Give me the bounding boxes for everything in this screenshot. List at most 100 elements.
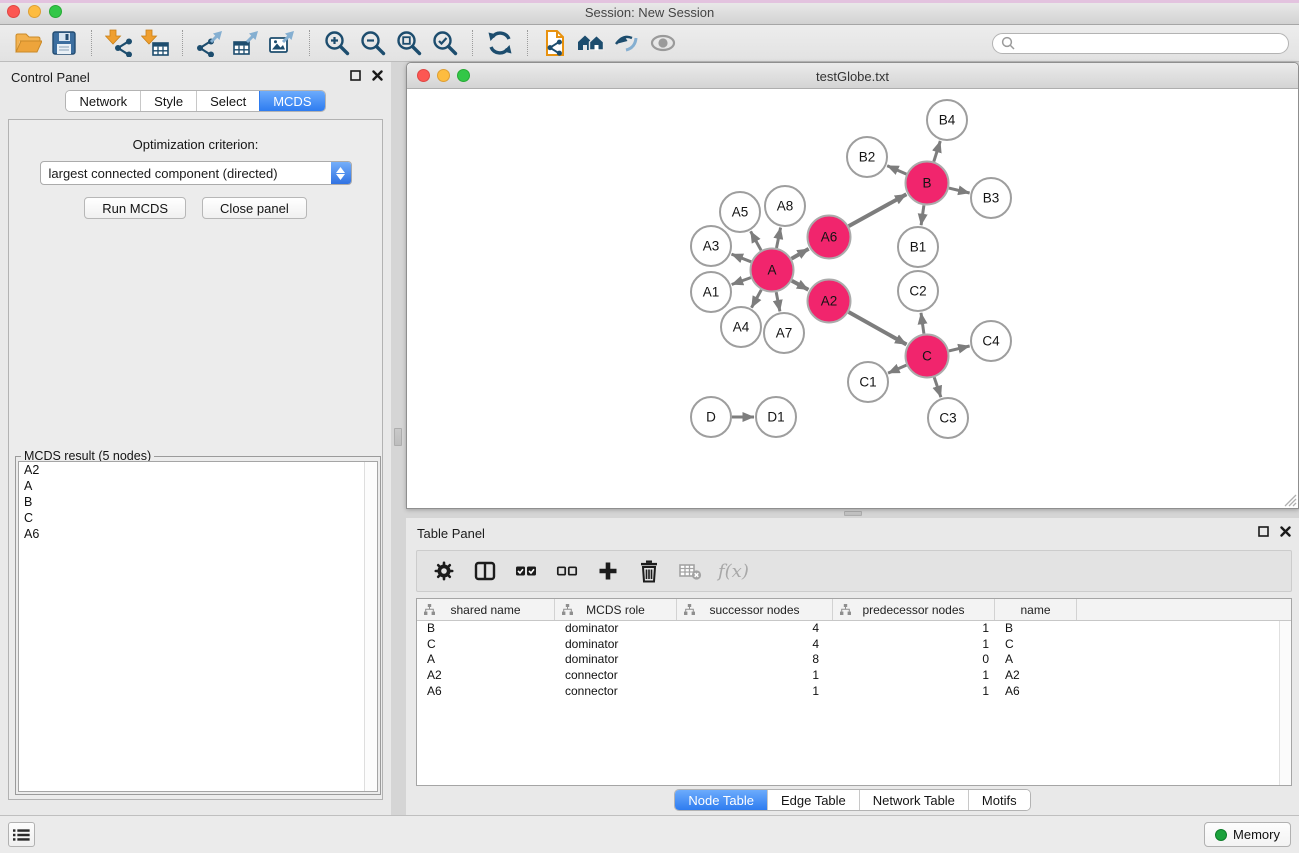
graph-node-A1[interactable]: A1 [691,272,731,312]
graph-node-A4[interactable]: A4 [721,307,761,347]
horizontal-split-divider[interactable] [406,509,1299,518]
graph-node-B4[interactable]: B4 [927,100,967,140]
table-cell[interactable]: A6 [995,684,1077,700]
network-window-titlebar[interactable]: testGlobe.txt [407,63,1298,89]
table-cell[interactable]: 0 [833,652,995,668]
memory-button[interactable]: Memory [1204,822,1291,847]
column-header-successor-nodes[interactable]: successor nodes [677,599,833,620]
table-row[interactable]: Adominator80A [417,652,1291,668]
result-list-item[interactable]: C [19,510,377,526]
result-list-item[interactable]: A6 [19,526,377,542]
table-cell[interactable]: A [417,652,555,668]
table-cell[interactable]: 1 [833,684,995,700]
graph-node-B3[interactable]: B3 [971,178,1011,218]
graph-edge-A-A2[interactable] [792,281,809,290]
run-mcds-button[interactable]: Run MCDS [84,197,186,219]
table-row[interactable]: A2connector11A2 [417,668,1291,684]
divider-grip[interactable] [394,428,402,446]
tab-style[interactable]: Style [140,91,196,111]
table-cell[interactable]: dominator [555,621,677,637]
new-network-from-file-icon[interactable] [537,28,573,59]
table-cell[interactable]: A2 [417,668,555,684]
tab-network-table[interactable]: Network Table [859,790,968,810]
zoom-fit-content-icon[interactable] [391,28,427,59]
tab-mcds[interactable]: MCDS [259,91,324,111]
search-input[interactable] [1020,36,1280,50]
close-panel-icon[interactable] [1280,526,1291,537]
optimization-criterion-dropdown[interactable]: largest connected component (directed) [40,161,352,185]
result-list-item[interactable]: A [19,478,377,494]
zoom-in-icon[interactable] [319,28,355,59]
table-cell[interactable]: B [995,621,1077,637]
split-column-icon[interactable] [472,558,498,584]
table-cell[interactable]: B [417,621,555,637]
add-column-icon[interactable] [595,558,621,584]
graph-node-D[interactable]: D [691,397,731,437]
graph-edge-A-A5[interactable] [751,231,762,250]
graph-node-A3[interactable]: A3 [691,226,731,266]
graph-node-C4[interactable]: C4 [971,321,1011,361]
table-scrollbar[interactable] [1279,621,1291,785]
show-graphics-details-icon[interactable] [609,28,645,59]
float-panel-icon[interactable] [1258,526,1269,537]
task-history-button[interactable] [8,822,35,847]
graph-edge-A-A6[interactable] [792,249,809,259]
network-canvas[interactable]: B4B2BB3A5A8A6B1A3AC2A1A2A4A7C4CC1C3DD1 [407,89,1298,508]
import-table-icon[interactable] [137,28,173,59]
graph-edge-C-C3[interactable] [934,377,941,397]
close-panel-button[interactable]: Close panel [202,197,307,219]
graph-edge-A-A3[interactable] [732,254,752,262]
zoom-selected-icon[interactable] [427,28,463,59]
graph-node-B2[interactable]: B2 [847,137,887,177]
graph-edge-A-A4[interactable] [752,290,762,308]
graph-node-A7[interactable]: A7 [764,313,804,353]
graph-edge-A-A7[interactable] [776,292,780,311]
graph-edge-B-B1[interactable] [921,205,924,225]
table-cell[interactable]: 1 [833,621,995,637]
column-header-predecessor-nodes[interactable]: predecessor nodes [833,599,995,620]
search-field[interactable] [992,33,1289,54]
graph-edge-A-A8[interactable] [777,228,781,248]
tab-motifs[interactable]: Motifs [968,790,1030,810]
table-cell[interactable]: A6 [417,684,555,700]
graph-node-A[interactable]: A [751,249,794,292]
graph-edge-A2-C[interactable] [849,312,907,345]
graph-node-C[interactable]: C [906,335,949,378]
graph-edge-A-A1[interactable] [732,278,751,285]
table-cell[interactable]: A [995,652,1077,668]
divider-grip[interactable] [844,511,862,516]
table-cell[interactable]: 1 [677,668,833,684]
graph-edge-B-B3[interactable] [949,188,970,193]
result-list-item[interactable]: A2 [19,462,377,478]
graph-edge-C-C1[interactable] [888,365,906,373]
column-header-mcds-role[interactable]: MCDS role [555,599,677,620]
tab-edge-table[interactable]: Edge Table [767,790,859,810]
table-cell[interactable]: connector [555,684,677,700]
graph-node-A8[interactable]: A8 [765,186,805,226]
table-cell[interactable]: 1 [833,668,995,684]
close-panel-icon[interactable] [372,70,383,81]
vertical-split-divider[interactable] [391,62,406,815]
float-panel-icon[interactable] [350,70,361,81]
table-row[interactable]: Cdominator41C [417,637,1291,653]
table-row[interactable]: A6connector11A6 [417,684,1291,700]
table-cell[interactable]: dominator [555,637,677,653]
graph-edge-B-B4[interactable] [934,141,941,162]
column-header-shared-name[interactable]: shared name [417,599,555,620]
apply-layout-icon[interactable] [482,28,518,59]
table-cell[interactable]: 1 [833,637,995,653]
result-list-item[interactable]: B [19,494,377,510]
table-cell[interactable]: connector [555,668,677,684]
export-table-icon[interactable] [228,28,264,59]
graph-node-A5[interactable]: A5 [720,192,760,232]
table-cell[interactable]: 4 [677,621,833,637]
table-cell[interactable]: dominator [555,652,677,668]
export-image-icon[interactable] [264,28,300,59]
graph-node-B[interactable]: B [906,162,949,205]
table-row[interactable]: Bdominator41B [417,621,1291,637]
tab-node-table[interactable]: Node Table [675,790,767,810]
export-network-icon[interactable] [192,28,228,59]
delete-column-icon[interactable] [636,558,662,584]
table-cell[interactable]: A2 [995,668,1077,684]
table-settings-icon[interactable] [431,558,457,584]
